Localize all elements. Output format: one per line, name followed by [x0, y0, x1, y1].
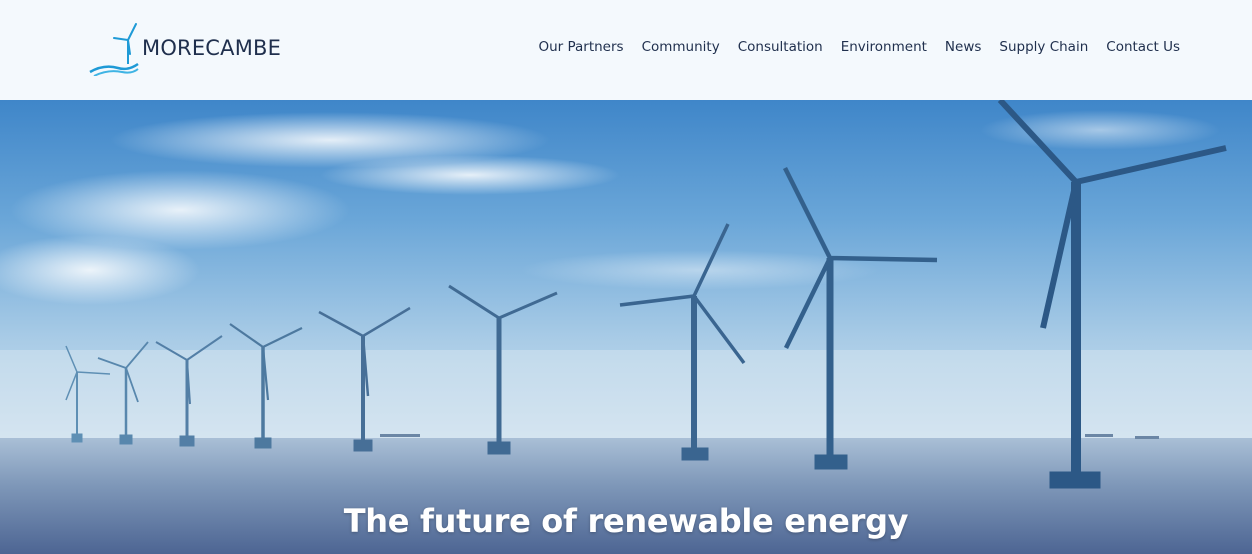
nav-news[interactable]: News [945, 39, 981, 55]
site-header: MORECAMBE Our Partners Community Consult… [0, 0, 1252, 100]
main-navigation: Our Partners Community Consultation Envi… [538, 36, 1180, 58]
nav-community[interactable]: Community [642, 39, 720, 55]
hero-title: The future of renewable energy [343, 502, 909, 540]
hero-banner: The future of renewable energy [0, 100, 1252, 554]
nav-environment[interactable]: Environment [841, 39, 927, 55]
offshore-wind-farm-image [0, 100, 1252, 554]
brand-name: MORECAMBE [142, 36, 282, 60]
wind-turbine-logo-icon [89, 23, 139, 76]
nav-consultation[interactable]: Consultation [738, 39, 823, 55]
nav-our-partners[interactable]: Our Partners [538, 39, 623, 55]
nav-supply-chain[interactable]: Supply Chain [999, 39, 1088, 55]
nav-contact-us[interactable]: Contact Us [1106, 39, 1180, 55]
home-logo-link[interactable]: MORECAMBE [88, 18, 281, 78]
